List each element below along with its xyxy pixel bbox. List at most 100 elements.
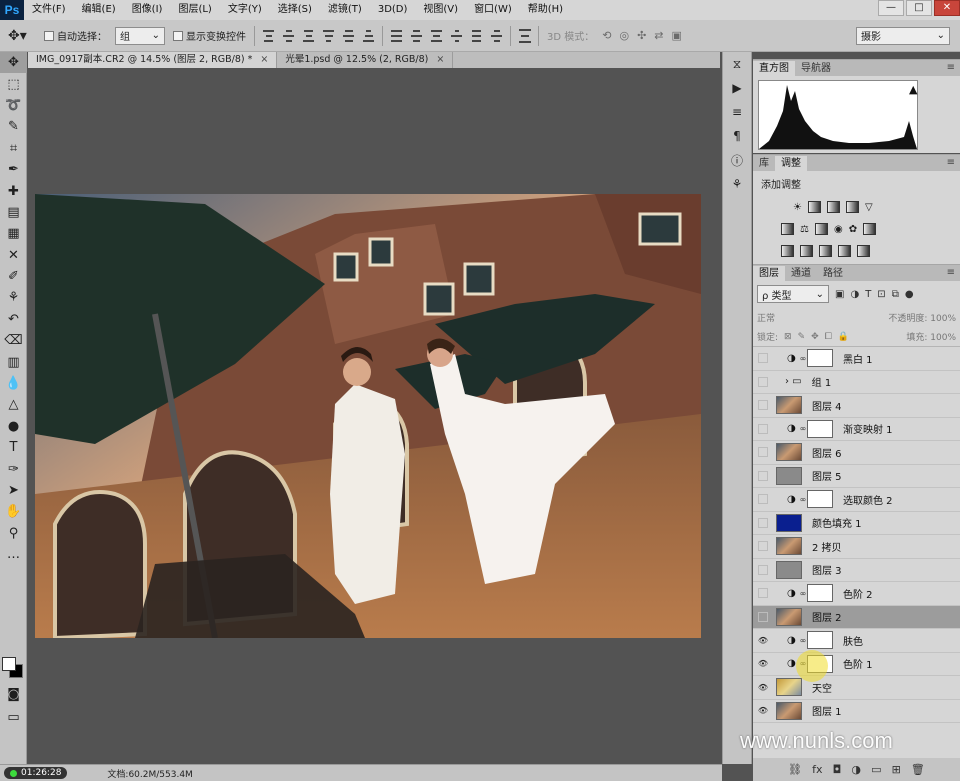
tab-adjustments[interactable]: 调整 (775, 156, 807, 171)
lasso-tool-icon[interactable]: ➰ (0, 95, 27, 116)
layer-thumbnail[interactable] (776, 560, 802, 579)
actions-play-icon[interactable]: ▶ (723, 76, 751, 100)
mask-link-icon[interactable]: ∞ (799, 636, 807, 645)
menu-item[interactable]: 滤镜(T) (320, 0, 370, 20)
filter-pixel-icon[interactable]: ▣ (835, 289, 844, 300)
lock-artboard-icon[interactable]: ⧠ (825, 332, 832, 342)
mask-link-icon[interactable]: ∞ (799, 495, 807, 504)
layer-name[interactable]: 色阶 1 (843, 656, 873, 671)
selective-color-icon[interactable] (838, 245, 851, 257)
layer-name[interactable]: 色阶 2 (843, 586, 873, 601)
blend-mode-select[interactable]: 正常 (757, 311, 775, 324)
menu-item[interactable]: 窗口(W) (466, 0, 520, 20)
sharpen-tool-icon[interactable]: △ (0, 394, 27, 415)
layer-row[interactable]: 👁◑∞色阶 1 (753, 653, 960, 676)
workspace-dropdown[interactable]: 摄影 ⌄ (856, 26, 950, 45)
visibility-eye-icon[interactable] (758, 447, 768, 458)
layer-name[interactable]: 选取颜色 2 (843, 492, 893, 507)
folder-icon[interactable]: › ▭ (785, 376, 802, 387)
filter-toggle-icon[interactable]: ● (905, 289, 914, 300)
fx-icon[interactable]: fx (812, 763, 822, 776)
path-select-tool-icon[interactable]: ➤ (0, 480, 27, 501)
delete-layer-icon[interactable]: 🗑 (911, 763, 925, 776)
layer-name[interactable]: 图层 4 (812, 398, 842, 413)
lock-position-icon[interactable]: ✥ (811, 332, 819, 342)
tab-layers[interactable]: 图层 (753, 266, 785, 281)
visibility-eye-icon[interactable] (758, 400, 768, 411)
layer-mask-thumbnail[interactable] (807, 419, 833, 438)
blur-tool-icon[interactable]: 💧 (0, 373, 27, 394)
distribute-right-icon[interactable] (491, 29, 502, 42)
visibility-eye-icon[interactable] (758, 353, 768, 364)
panel-menu-icon[interactable]: ≡ (947, 157, 955, 168)
visibility-eye-icon[interactable] (758, 494, 768, 505)
layer-thumbnail[interactable] (776, 396, 802, 415)
filter-smart-icon[interactable]: ⧉ (892, 289, 899, 300)
channel-mixer-icon[interactable]: ✿ (849, 224, 857, 235)
layer-thumbnail[interactable] (776, 701, 802, 720)
info-panel-icon[interactable]: ⓘ (723, 148, 751, 172)
visibility-eye-icon[interactable] (758, 611, 768, 622)
marquee-tool-icon[interactable]: ⬚ (0, 73, 27, 94)
black-white-icon[interactable] (814, 223, 828, 235)
close-button[interactable]: ✕ (934, 0, 960, 16)
layer-row[interactable]: ◑ ∞ 选取颜色 2 (753, 488, 960, 512)
clone-source-panel-icon[interactable]: ⚘ (723, 172, 751, 196)
layer-name[interactable]: 2 拷贝 (812, 539, 842, 554)
align-hcenter-icon[interactable] (343, 29, 354, 42)
align-vcenter-icon[interactable] (283, 29, 294, 42)
menu-item[interactable]: 图层(L) (170, 0, 219, 20)
align-left-icon[interactable] (323, 29, 334, 42)
warning-icon[interactable]: ▲ (909, 83, 917, 96)
clone-stamp-tool-icon[interactable]: ⚘ (0, 287, 27, 308)
layer-thumbnail[interactable] (776, 678, 802, 697)
layer-row[interactable]: 2 拷贝 (753, 535, 960, 559)
distribute-hcenter-icon[interactable] (471, 29, 482, 42)
layer-row[interactable]: 图层 6 (753, 441, 960, 465)
auto-select-checkbox[interactable] (44, 30, 54, 41)
new-layer-icon[interactable]: ⊞ (892, 763, 901, 776)
drag-3d-icon[interactable]: ✣ (637, 29, 646, 42)
type-tool-icon[interactable]: T (0, 437, 27, 458)
layer-name[interactable]: 图层 3 (812, 562, 842, 577)
tab-channels[interactable]: 通道 (785, 266, 817, 281)
bandage-tool-icon[interactable]: ▤ (0, 202, 27, 223)
minimize-button[interactable]: — (878, 0, 904, 16)
layer-mask-thumbnail[interactable] (807, 349, 833, 368)
kind-filter-dropdown[interactable]: ρ 类型 ⌄ (757, 285, 829, 303)
history-brush-tool-icon[interactable]: ↶ (0, 309, 27, 330)
mask-link-icon[interactable]: ∞ (799, 424, 807, 433)
tab-img0917[interactable]: IMG_0917副本.CR2 @ 14.5% (图层 2, RGB/8) * × (28, 52, 278, 68)
tab-paths[interactable]: 路径 (817, 266, 849, 281)
eyedropper-tool-icon[interactable]: ✒ (0, 159, 27, 180)
layer-name[interactable]: 天空 (812, 680, 832, 695)
layer-row[interactable]: ◑ ∞ 渐变映射 1 (753, 418, 960, 441)
properties-panel-icon[interactable]: ≡ (723, 100, 751, 124)
layer-row[interactable]: ◑ ∞ 黑白 1 (753, 347, 960, 371)
lock-pixels-icon[interactable]: ✎ (798, 332, 806, 342)
brightness-icon[interactable]: ☀ (793, 202, 802, 213)
layer-row[interactable]: 👁 图层 1 (753, 700, 960, 723)
filter-shape-icon[interactable]: ⊡ (877, 289, 885, 300)
color-balance-icon[interactable]: ⚖ (800, 224, 809, 235)
show-transform-option[interactable]: 显示变换控件 (173, 28, 246, 43)
document-photo[interactable] (35, 194, 701, 638)
layer-thumbnail[interactable] (776, 443, 802, 462)
align-bottom-icon[interactable] (303, 29, 314, 42)
eraser-tool-icon[interactable]: ⌫ (0, 330, 27, 351)
visibility-eye-icon[interactable]: 👁 (753, 659, 773, 668)
visibility-eye-icon[interactable]: 👁 (753, 683, 773, 692)
move-tool-icon[interactable]: ✥ (0, 52, 27, 74)
layer-name[interactable]: 图层 5 (812, 468, 842, 483)
layer-mask-thumbnail[interactable] (807, 631, 833, 650)
gradient-map-triangle-icon[interactable]: ▽ (865, 202, 873, 213)
filter-adjust-icon[interactable]: ◑ (850, 289, 859, 300)
layer-name[interactable]: 图层 6 (812, 445, 842, 460)
exposure-icon[interactable] (845, 201, 859, 213)
tab-guangyun[interactable]: 光晕1.psd @ 12.5% (2, RGB/8) × (277, 52, 454, 68)
brush-tool-icon[interactable]: ✐ (0, 266, 27, 287)
layer-row[interactable]: 图层 2 (753, 605, 960, 629)
layer-name[interactable]: 渐变映射 1 (843, 421, 893, 436)
tab-library[interactable]: 库 (753, 156, 775, 171)
menu-item[interactable]: 视图(V) (415, 0, 466, 20)
